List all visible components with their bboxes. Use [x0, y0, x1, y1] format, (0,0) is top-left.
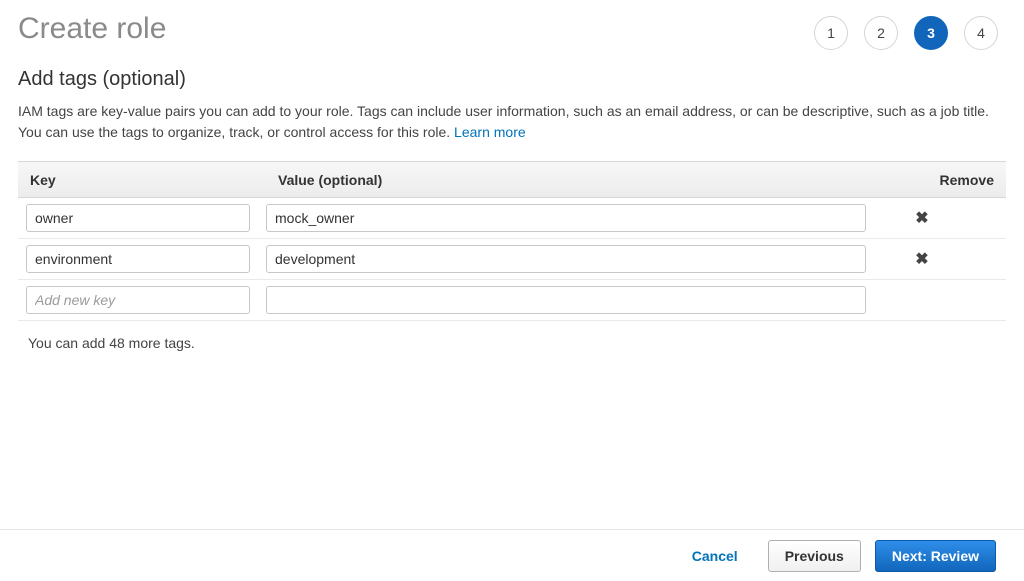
tag-row: ✖ [18, 239, 1006, 280]
column-header-remove: Remove [926, 172, 1006, 188]
tags-table: Key Value (optional) Remove ✖ ✖ [18, 161, 1006, 321]
tag-value-input[interactable] [266, 204, 866, 232]
new-tag-value-input[interactable] [266, 286, 866, 314]
tag-row-new [18, 280, 1006, 321]
section-heading: Add tags (optional) [0, 50, 1024, 101]
wizard-footer: Cancel Previous Next: Review [0, 529, 1024, 581]
tags-table-header: Key Value (optional) Remove [18, 162, 1006, 198]
cancel-button[interactable]: Cancel [676, 540, 754, 572]
step-2[interactable]: 2 [864, 16, 898, 50]
column-header-key: Key [18, 172, 266, 188]
tag-key-input[interactable] [26, 245, 250, 273]
section-description: IAM tags are key-value pairs you can add… [0, 101, 1024, 147]
page-title: Create role [18, 12, 166, 46]
new-tag-key-input[interactable] [26, 286, 250, 314]
tag-row: ✖ [18, 198, 1006, 239]
remove-tag-icon[interactable]: ✖ [915, 251, 928, 268]
tag-key-input[interactable] [26, 204, 250, 232]
column-header-value: Value (optional) [266, 172, 926, 188]
step-4[interactable]: 4 [964, 16, 998, 50]
tag-value-input[interactable] [266, 245, 866, 273]
previous-button[interactable]: Previous [768, 540, 861, 572]
learn-more-link[interactable]: Learn more [454, 124, 526, 140]
remove-tag-icon[interactable]: ✖ [915, 210, 928, 227]
step-3[interactable]: 3 [914, 16, 948, 50]
step-indicator: 1 2 3 4 [814, 12, 1006, 50]
next-review-button[interactable]: Next: Review [875, 540, 996, 572]
remaining-tags-text: You can add 48 more tags. [0, 321, 1024, 351]
step-1[interactable]: 1 [814, 16, 848, 50]
